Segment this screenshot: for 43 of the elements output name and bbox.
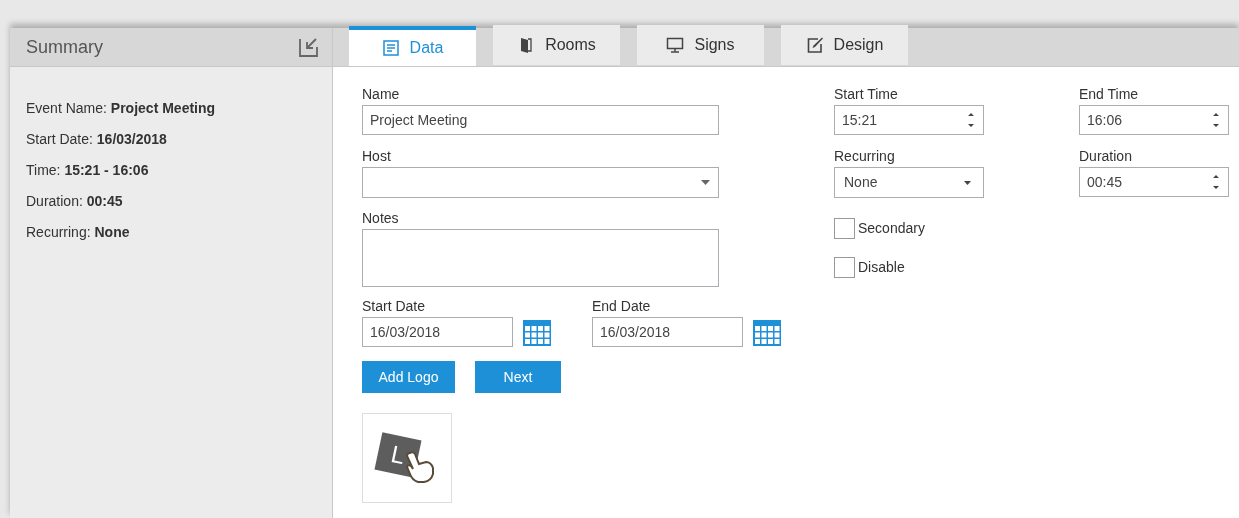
field-label: End Date xyxy=(592,298,652,315)
summary-line: Recurring: None xyxy=(26,223,131,241)
calendar-icon[interactable] xyxy=(522,317,552,347)
duration-field[interactable]: 00:45 xyxy=(1079,167,1229,197)
field-label: Name xyxy=(362,86,401,103)
field-label: Host xyxy=(362,148,392,165)
field-label: Notes xyxy=(362,210,400,227)
edit-icon xyxy=(805,36,824,54)
dropdown-arrow-icon xyxy=(701,180,710,185)
recurring-dropdown[interactable]: None xyxy=(834,167,984,198)
checkbox-label: Secondary xyxy=(858,219,925,238)
summary-line: Start Date: 16/03/2018 xyxy=(26,130,168,148)
end-time-field[interactable]: 16:06 xyxy=(1079,105,1229,135)
notes-field[interactable] xyxy=(362,229,719,287)
host-dropdown[interactable] xyxy=(362,167,719,198)
field-label: Start Date xyxy=(362,298,427,315)
form-icon xyxy=(381,39,400,57)
start-date-field[interactable]: 16/03/2018 xyxy=(362,317,513,347)
collapse-icon[interactable] xyxy=(298,36,320,58)
summary-line: Time: 15:21 - 16:06 xyxy=(26,161,150,179)
name-field[interactable]: Project Meeting xyxy=(362,105,719,135)
spinner-arrows-icon[interactable] xyxy=(1212,172,1220,192)
spinner-arrows-icon[interactable] xyxy=(1212,110,1220,130)
checkbox-label: Disable xyxy=(858,258,905,277)
field-label: Duration xyxy=(1079,148,1133,165)
summary-line: Event Name: Project Meeting xyxy=(26,99,217,117)
calendar-icon[interactable] xyxy=(752,317,782,347)
start-time-field[interactable]: 15:21 xyxy=(834,105,984,135)
field-label: End Time xyxy=(1079,86,1140,103)
monitor-icon xyxy=(666,36,685,54)
summary-title: Summary xyxy=(26,35,103,59)
field-label: Start Time xyxy=(834,86,899,103)
spinner-arrows-icon[interactable] xyxy=(967,110,975,130)
checkbox[interactable] xyxy=(834,218,855,239)
pointing-hand-icon xyxy=(404,450,436,484)
tab[interactable]: Design xyxy=(781,25,908,65)
tab[interactable]: Rooms xyxy=(493,25,620,65)
end-date-field[interactable]: 16/03/2018 xyxy=(592,317,743,347)
tab[interactable]: Signs xyxy=(637,25,764,65)
summary-line: Duration: 00:45 xyxy=(26,192,124,210)
checkbox[interactable] xyxy=(834,257,855,278)
dropdown-arrow-icon xyxy=(964,180,971,185)
field-label: Recurring xyxy=(834,148,896,165)
